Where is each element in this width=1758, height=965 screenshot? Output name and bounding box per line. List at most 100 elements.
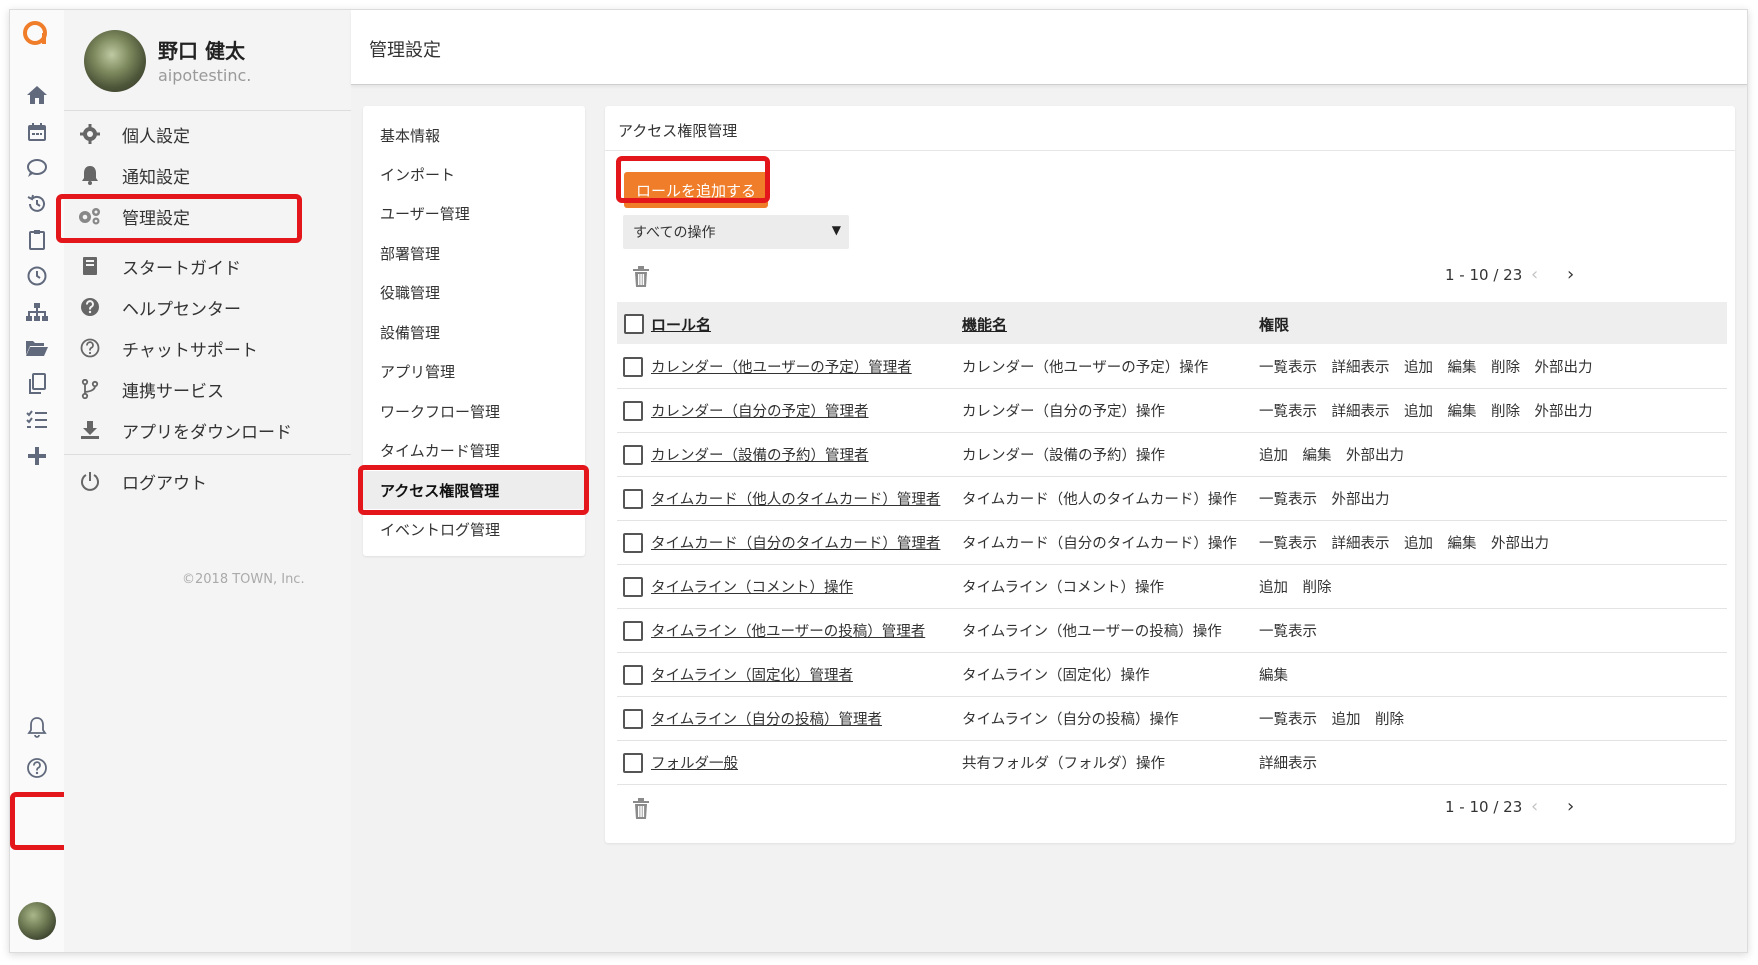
chevron-right-icon[interactable]: › bbox=[1567, 796, 1574, 817]
bell-outline-icon[interactable] bbox=[24, 714, 50, 740]
chevron-right-icon[interactable]: › bbox=[1567, 264, 1574, 285]
settings-nav-item[interactable]: 部署管理 bbox=[363, 234, 585, 272]
divider bbox=[64, 454, 351, 455]
row-checkbox[interactable] bbox=[623, 401, 643, 421]
settings-nav-item[interactable]: 設備管理 bbox=[363, 313, 585, 351]
column-header-function[interactable]: 機能名 bbox=[962, 314, 1007, 335]
add-role-highlight-box bbox=[616, 156, 770, 203]
function-name: カレンダー（設備の予約）操作 bbox=[962, 448, 1165, 464]
app-window: 野口 健太 aipotestinc. 個人設定 通知設定 管理設定 スタートガイ… bbox=[9, 9, 1748, 953]
function-name: カレンダー（自分の予定）操作 bbox=[962, 404, 1165, 420]
org-chart-icon[interactable] bbox=[24, 299, 50, 325]
role-name-link[interactable]: タイムカード（他人のタイムカード）管理者 bbox=[651, 488, 940, 509]
table-header: ロール名 機能名 権限 bbox=[617, 302, 1727, 344]
role-name-link[interactable]: タイムライン（自分の投稿）管理者 bbox=[651, 708, 882, 729]
help-circle-icon[interactable] bbox=[24, 755, 50, 781]
chat-bubble-icon[interactable] bbox=[24, 155, 50, 181]
role-name-link[interactable]: タイムライン（他ユーザーの投稿）管理者 bbox=[651, 620, 925, 641]
nav-label: インポート bbox=[380, 165, 456, 184]
nav-label: 役職管理 bbox=[380, 283, 441, 302]
copy-icon[interactable] bbox=[24, 371, 50, 397]
chevron-left-icon[interactable]: ‹ bbox=[1531, 264, 1538, 285]
user-name: 野口 健太 bbox=[158, 39, 245, 63]
table-row: タイムカード（自分のタイムカード）管理者 タイムカード（自分のタイムカード）操作… bbox=[617, 520, 1727, 565]
calendar-icon[interactable] bbox=[24, 119, 50, 145]
settings-nav-item[interactable]: タイムカード管理 bbox=[363, 431, 585, 469]
menu-label: ヘルプセンター bbox=[122, 299, 241, 320]
row-checkbox[interactable] bbox=[623, 445, 643, 465]
role-name-link[interactable]: タイムカード（自分のタイムカード）管理者 bbox=[651, 532, 940, 553]
folder-open-icon[interactable] bbox=[24, 335, 50, 361]
history-icon[interactable] bbox=[24, 191, 50, 217]
row-checkbox[interactable] bbox=[623, 665, 643, 685]
avatar-highlight-box bbox=[10, 792, 70, 850]
row-checkbox[interactable] bbox=[623, 489, 643, 509]
role-name-link[interactable]: カレンダー（自分の予定）管理者 bbox=[651, 400, 869, 421]
operation-filter-select[interactable]: すべての操作 ▼ bbox=[623, 215, 849, 249]
panel-title: アクセス権限管理 bbox=[618, 122, 738, 140]
page-title: 管理設定 bbox=[369, 40, 441, 61]
row-checkbox[interactable] bbox=[623, 621, 643, 641]
power-icon bbox=[76, 467, 104, 495]
chevron-left-icon[interactable]: ‹ bbox=[1531, 796, 1538, 817]
role-name-link[interactable]: タイムライン（コメント）操作 bbox=[651, 576, 853, 597]
menu-help-center[interactable]: ヘルプセンター bbox=[64, 289, 351, 325]
chevron-down-icon: ▼ bbox=[831, 223, 841, 237]
task-list-icon[interactable] bbox=[24, 407, 50, 433]
menu-personal-settings[interactable]: 個人設定 bbox=[64, 116, 351, 152]
settings-nav-item[interactable]: アプリ管理 bbox=[363, 352, 585, 390]
row-checkbox[interactable] bbox=[623, 533, 643, 553]
settings-nav-item[interactable]: ワークフロー管理 bbox=[363, 392, 585, 430]
row-checkbox[interactable] bbox=[623, 709, 643, 729]
pagination-label: 1 - 10 / 23 bbox=[1445, 798, 1523, 816]
select-all-checkbox[interactable] bbox=[624, 314, 644, 334]
menu-logout[interactable]: ログアウト bbox=[64, 463, 351, 499]
function-name: タイムライン（他ユーザーの投稿）操作 bbox=[962, 624, 1222, 640]
permission-list: 一覧表示 詳細表示 追加 編集 削除 外部出力 bbox=[1259, 404, 1593, 420]
row-checkbox[interactable] bbox=[623, 357, 643, 377]
nav-label: タイムカード管理 bbox=[380, 441, 500, 460]
nav-label: 部署管理 bbox=[380, 244, 441, 263]
menu-label: 連携サービス bbox=[122, 381, 224, 402]
role-name-link[interactable]: フォルダ一般 bbox=[651, 752, 738, 773]
function-name: タイムカード（他人のタイムカード）操作 bbox=[962, 492, 1237, 508]
permission-list: 追加 編集 外部出力 bbox=[1259, 448, 1404, 464]
column-header-role[interactable]: ロール名 bbox=[651, 314, 711, 335]
role-name-link[interactable]: カレンダー（他ユーザーの予定）管理者 bbox=[651, 356, 912, 377]
menu-integrations[interactable]: 連携サービス bbox=[64, 371, 351, 407]
app-logo-icon[interactable] bbox=[22, 20, 48, 46]
table-row: カレンダー（自分の予定）管理者 カレンダー（自分の予定）操作 一覧表示 詳細表示… bbox=[617, 388, 1727, 433]
settings-nav-item[interactable]: インポート bbox=[363, 155, 585, 193]
select-value: すべての操作 bbox=[633, 225, 716, 241]
role-name-link[interactable]: カレンダー（設備の予約）管理者 bbox=[651, 444, 869, 465]
menu-download-app[interactable]: アプリをダウンロード bbox=[64, 412, 351, 448]
user-avatar[interactable] bbox=[84, 30, 146, 92]
question-outline-icon bbox=[76, 334, 104, 362]
menu-notification-settings[interactable]: 通知設定 bbox=[64, 157, 351, 193]
menu-chat-support[interactable]: チャットサポート bbox=[64, 330, 351, 366]
permission-list: 追加 削除 bbox=[1259, 580, 1332, 596]
role-name-link[interactable]: タイムライン（固定化）管理者 bbox=[651, 664, 853, 685]
settings-nav-item[interactable]: イベントログ管理 bbox=[363, 510, 585, 548]
menu-start-guide[interactable]: スタートガイド bbox=[64, 248, 351, 284]
settings-nav-item[interactable]: 基本情報 bbox=[363, 116, 585, 154]
trash-icon[interactable] bbox=[632, 798, 650, 820]
home-icon[interactable] bbox=[24, 82, 50, 108]
menu-label: チャットサポート bbox=[122, 340, 258, 361]
function-name: タイムライン（自分の投稿）操作 bbox=[962, 712, 1179, 728]
trash-icon[interactable] bbox=[632, 266, 650, 288]
table-row: カレンダー（設備の予約）管理者 カレンダー（設備の予約）操作 追加 編集 外部出… bbox=[617, 432, 1727, 477]
function-name: 共有フォルダ（フォルダ）操作 bbox=[962, 756, 1165, 772]
user-avatar-small[interactable] bbox=[18, 902, 56, 940]
menu-label: アプリをダウンロード bbox=[122, 422, 292, 443]
row-checkbox[interactable] bbox=[623, 753, 643, 773]
nav-label: ワークフロー管理 bbox=[380, 402, 501, 421]
nav-label: ユーザー管理 bbox=[380, 204, 470, 223]
table-row: フォルダ一般 共有フォルダ（フォルダ）操作 詳細表示 bbox=[617, 740, 1727, 785]
plus-icon[interactable] bbox=[24, 443, 50, 469]
settings-nav-item[interactable]: 役職管理 bbox=[363, 273, 585, 311]
row-checkbox[interactable] bbox=[623, 577, 643, 597]
clipboard-icon[interactable] bbox=[24, 227, 50, 253]
settings-nav-item[interactable]: ユーザー管理 bbox=[363, 194, 585, 232]
clock-icon[interactable] bbox=[24, 263, 50, 289]
